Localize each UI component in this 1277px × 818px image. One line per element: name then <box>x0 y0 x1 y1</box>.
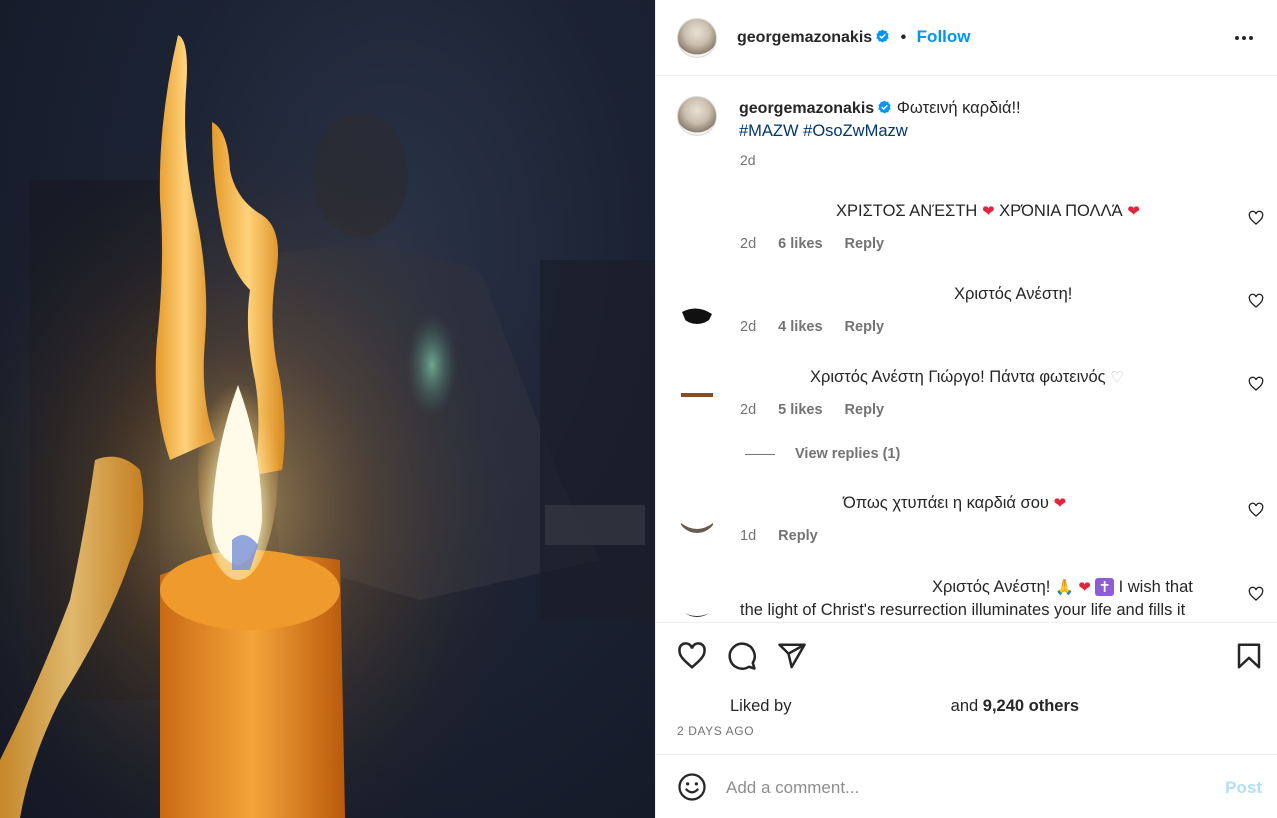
save-bookmark-icon[interactable] <box>1234 641 1264 671</box>
share-paper-plane-icon[interactable] <box>777 641 807 671</box>
author-line: georgemazonakis • Follow <box>737 27 971 47</box>
verified-badge-icon <box>878 100 891 114</box>
post-header: georgemazonakis • Follow <box>656 0 1277 76</box>
post-button[interactable]: Post <box>1225 778 1262 798</box>
separator-dot: • <box>900 29 907 46</box>
comment-text-continued: the light of Christ's resurrection illum… <box>740 601 1186 619</box>
caption-time[interactable]: 2d <box>740 152 756 168</box>
like-heart-icon[interactable] <box>1248 210 1264 226</box>
post-date[interactable]: 2 DAYS AGO <box>677 724 754 738</box>
red-heart-icon: ❤ <box>1127 202 1140 220</box>
liked-by-line[interactable]: Liked by and 9,240 others <box>730 697 1079 716</box>
comment-text: Χριστός Ανέστη Γιώργο! Πάντα φωτεινός ♡ <box>810 368 1124 386</box>
candle-photo <box>0 0 655 818</box>
replies-divider <box>745 453 775 455</box>
commenter-avatar[interactable] <box>677 284 717 324</box>
comments-list[interactable]: georgemazonakis Φωτεινή καρδιά!! #MAZW #… <box>656 77 1277 622</box>
like-heart-icon[interactable] <box>1248 586 1264 602</box>
red-heart-icon: ❤ <box>1053 494 1067 512</box>
comment-bubble-icon[interactable] <box>727 641 757 671</box>
verified-badge-icon <box>876 29 889 43</box>
commenter-avatar[interactable] <box>677 493 717 533</box>
author-avatar[interactable] <box>677 18 717 58</box>
white-heart-icon: ♡ <box>1110 368 1124 386</box>
likes-count[interactable]: 9,240 others <box>983 697 1079 715</box>
post-panel: georgemazonakis • Follow georgemazonakis… <box>655 0 1277 818</box>
comment-likes[interactable]: 5 likes <box>778 402 822 418</box>
caption-text: Φωτεινή καρδιά!! <box>896 99 1021 117</box>
like-heart-icon[interactable] <box>1248 376 1264 392</box>
like-heart-icon[interactable] <box>677 641 707 671</box>
post-actions: Liked by and 9,240 others 2 DAYS AGO <box>656 622 1277 754</box>
follow-button[interactable]: Follow <box>917 27 971 46</box>
like-heart-icon[interactable] <box>1248 502 1264 518</box>
more-horizontal-icon[interactable] <box>1232 26 1256 50</box>
post-image[interactable] <box>0 0 655 818</box>
comment-meta: 2d 6 likes Reply <box>740 236 902 252</box>
red-heart-icon: ❤ <box>1078 578 1091 596</box>
comment-text: ΧΡΙΣΤΟΣ ΑΝΈΣΤΗ ❤ ΧΡΌΝΙΑ ΠΟΛΛΆ ❤ <box>836 202 1140 220</box>
comment-time[interactable]: 2d <box>740 236 756 252</box>
commenter-avatar[interactable] <box>677 577 717 617</box>
comment-text: Όπως χτυπάει η καρδιά σου ❤ <box>843 494 1067 512</box>
comment-time[interactable]: 1d <box>740 528 756 544</box>
latin-cross-icon: ✝ <box>1095 578 1114 596</box>
reply-button[interactable]: Reply <box>778 528 818 544</box>
red-heart-icon: ❤ <box>981 202 995 220</box>
caption-avatar[interactable] <box>677 96 717 136</box>
like-heart-icon[interactable] <box>1248 293 1264 309</box>
commenter-avatar[interactable] <box>677 367 717 407</box>
comment-text: Χριστός Ανέστη! <box>954 285 1073 303</box>
comment-time[interactable]: 2d <box>740 319 756 335</box>
comment-meta: 2d 4 likes Reply <box>740 319 902 335</box>
comment-input[interactable] <box>726 774 1186 802</box>
comment-likes[interactable]: 6 likes <box>778 236 822 252</box>
comment-text: Χριστός Ανέστη! 🙏 ❤ ✝ I wish that <box>932 578 1193 596</box>
emoji-icon[interactable] <box>677 772 707 802</box>
caption-line: georgemazonakis Φωτεινή καρδιά!! <box>739 99 1021 118</box>
caption-hashtags[interactable]: #MAZW #OsoZwMazw <box>739 122 908 141</box>
comment-time[interactable]: 2d <box>740 402 756 418</box>
comment-meta: 2d 5 likes Reply <box>740 402 902 418</box>
comment-meta: 1d Reply <box>740 528 836 544</box>
reply-button[interactable]: Reply <box>845 319 885 335</box>
add-comment-bar: Post <box>656 754 1277 818</box>
comment-likes[interactable]: 4 likes <box>778 319 822 335</box>
author-username[interactable]: georgemazonakis <box>737 29 872 46</box>
caption-username[interactable]: georgemazonakis <box>739 100 874 117</box>
view-replies-button[interactable]: View replies (1) <box>745 446 900 462</box>
reply-button[interactable]: Reply <box>845 236 885 252</box>
reply-button[interactable]: Reply <box>845 402 885 418</box>
praying-hands-icon: 🙏 <box>1054 578 1074 596</box>
